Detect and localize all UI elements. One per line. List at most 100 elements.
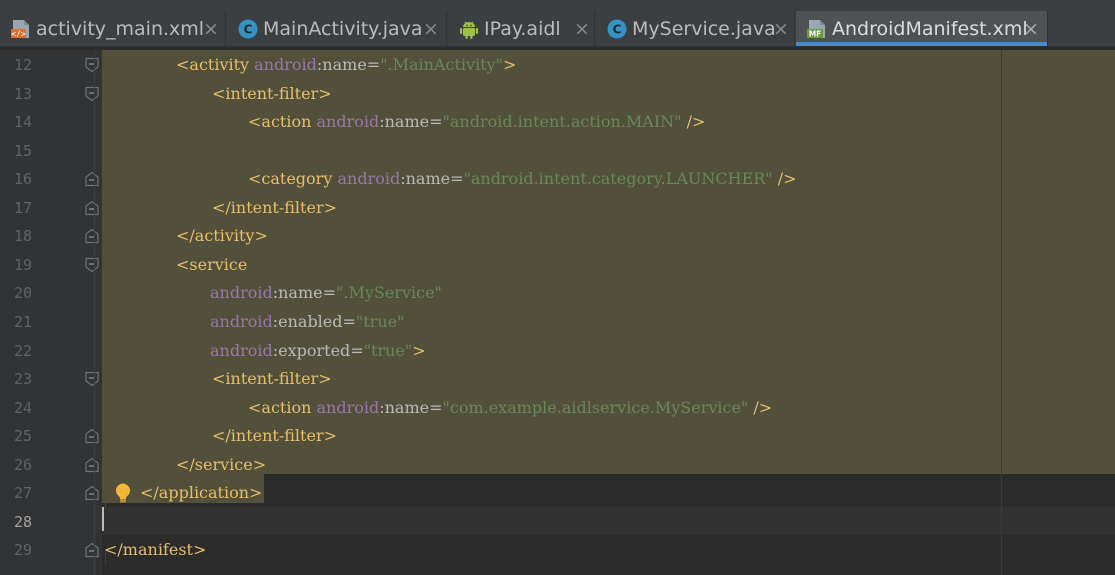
line-number: 16 — [13, 170, 32, 188]
code-line[interactable]: <action android:name="android.intent.act… — [248, 108, 705, 136]
code-token: > — [323, 426, 337, 445]
line-number: 25 — [13, 427, 32, 445]
code-token: manifest — [122, 540, 193, 559]
code-token: "com.example.aidlservice.MyService" — [442, 398, 749, 417]
code-token: "true" — [363, 341, 413, 360]
code-token: service — [189, 255, 248, 274]
tab-myservice-java[interactable]: C MyService.java × — [596, 11, 795, 46]
code-line[interactable]: <intent-filter> — [212, 365, 332, 393]
close-icon[interactable]: × — [203, 18, 219, 40]
code-token: intent-filter — [225, 84, 319, 103]
code-line[interactable]: <activity android:name=".MainActivity"> — [176, 51, 516, 79]
code-token: ".MyService" — [336, 283, 442, 302]
editor-tab-bar: </> activity_main.xml × C MainActivity.java ×… — [0, 0, 1115, 47]
code-token: < — [212, 84, 226, 103]
code-token: :name= — [272, 283, 337, 302]
code-token: > — [192, 540, 207, 559]
fold-marker-icon[interactable] — [84, 257, 100, 273]
code-token: </ — [176, 455, 195, 474]
fold-marker-icon[interactable] — [84, 171, 100, 187]
fold-marker-icon[interactable] — [84, 371, 100, 387]
line-number: 22 — [13, 342, 32, 360]
code-line[interactable]: <category android:name="android.intent.c… — [248, 165, 797, 193]
indent-guide — [213, 408, 214, 423]
code-token: action — [261, 398, 312, 417]
tab-activity-main-xml[interactable]: </> activity_main.xml × — [0, 11, 226, 46]
tab-mainactivity-java[interactable]: C MainActivity.java × — [227, 11, 447, 46]
fold-marker-icon[interactable] — [84, 200, 100, 216]
indent-guide — [177, 293, 178, 450]
tab-label: MainActivity.java — [263, 18, 423, 40]
code-line[interactable]: android:name=".MyService" — [210, 279, 442, 307]
close-icon[interactable]: × — [773, 18, 789, 40]
close-icon[interactable]: × — [423, 18, 439, 40]
code-line[interactable]: </activity> — [176, 222, 268, 250]
code-token: /> — [748, 398, 773, 417]
code-token: application — [158, 483, 250, 502]
code-token: ".MainActivity" — [380, 55, 504, 74]
fold-marker-icon[interactable] — [84, 457, 100, 473]
code-token: > — [318, 369, 332, 388]
code-token: "android.intent.category.LAUNCHER" — [463, 169, 773, 188]
code-token: > — [249, 483, 263, 502]
code-line[interactable]: </intent-filter> — [212, 422, 337, 450]
code-token: "true" — [355, 312, 405, 331]
code-token: action — [261, 112, 312, 131]
tab-androidmanifest-xml[interactable]: MF AndroidManifest.xml × — [796, 11, 1048, 46]
close-icon[interactable]: × — [574, 18, 590, 40]
fold-marker-icon[interactable] — [84, 542, 100, 558]
code-token: > — [412, 341, 426, 360]
code-token: < — [176, 255, 190, 274]
layout-xml-icon: </> — [10, 18, 32, 40]
code-token: android — [210, 283, 273, 302]
line-number: 13 — [13, 85, 32, 103]
indent-guide — [213, 122, 214, 194]
indent-guide — [141, 65, 142, 451]
fold-marker-icon[interactable] — [84, 228, 100, 244]
code-token: :name= — [400, 169, 464, 188]
svg-text:C: C — [244, 23, 253, 37]
code-line[interactable]: android:enabled="true" — [210, 308, 405, 336]
code-line[interactable]: <service — [176, 251, 247, 279]
text-caret — [102, 507, 104, 531]
code-line[interactable]: </service> — [176, 451, 266, 479]
code-token: </ — [212, 426, 231, 445]
code-token: < — [212, 369, 226, 388]
code-line[interactable]: <action android:name="com.example.aidlse… — [248, 394, 772, 422]
fold-marker-icon[interactable] — [84, 428, 100, 444]
java-class-icon: C — [237, 18, 259, 40]
line-number: 15 — [13, 142, 32, 160]
code-token: </ — [212, 198, 231, 217]
gutter-separator — [94, 50, 95, 575]
line-number: 18 — [13, 227, 32, 245]
code-line[interactable]: android:exported="true"> — [210, 337, 426, 365]
code-token: > — [254, 226, 268, 245]
line-number: 20 — [13, 284, 32, 302]
code-editor[interactable]: 12 13 14 15 16 17 18 19 20 21 22 23 24 25 26 27 28 29 <ac… — [0, 50, 1115, 575]
fold-marker-icon[interactable] — [84, 86, 100, 102]
code-token: category — [261, 169, 333, 188]
fold-marker-icon[interactable] — [84, 485, 100, 501]
editor-gutter[interactable]: 12 13 14 15 16 17 18 19 20 21 22 23 24 25 26 27 28 29 — [0, 50, 102, 575]
code-token: activity — [194, 226, 255, 245]
right-margin-guide — [1001, 50, 1002, 575]
tab-label: IPay.aidl — [484, 18, 561, 40]
code-token: :exported= — [272, 341, 364, 360]
tab-ipay-aidl[interactable]: IPay.aidl × — [448, 11, 595, 46]
close-icon[interactable]: × — [1023, 18, 1039, 40]
code-line[interactable]: </intent-filter> — [212, 194, 337, 222]
line-number: 28 — [13, 513, 32, 531]
code-line[interactable]: </manifest> — [104, 536, 206, 564]
code-line[interactable]: <intent-filter> — [212, 80, 332, 108]
code-token: android — [316, 398, 380, 417]
line-number: 26 — [13, 456, 32, 474]
line-number: 19 — [13, 256, 32, 274]
code-token: </ — [140, 483, 159, 502]
indent-guide — [105, 65, 106, 508]
line-number: 17 — [13, 199, 32, 217]
code-token: < — [248, 112, 262, 131]
code-line[interactable]: </application> — [140, 479, 262, 507]
fold-marker-icon[interactable] — [84, 57, 100, 73]
lightbulb-icon[interactable] — [114, 482, 132, 504]
line-number: 24 — [13, 399, 32, 417]
